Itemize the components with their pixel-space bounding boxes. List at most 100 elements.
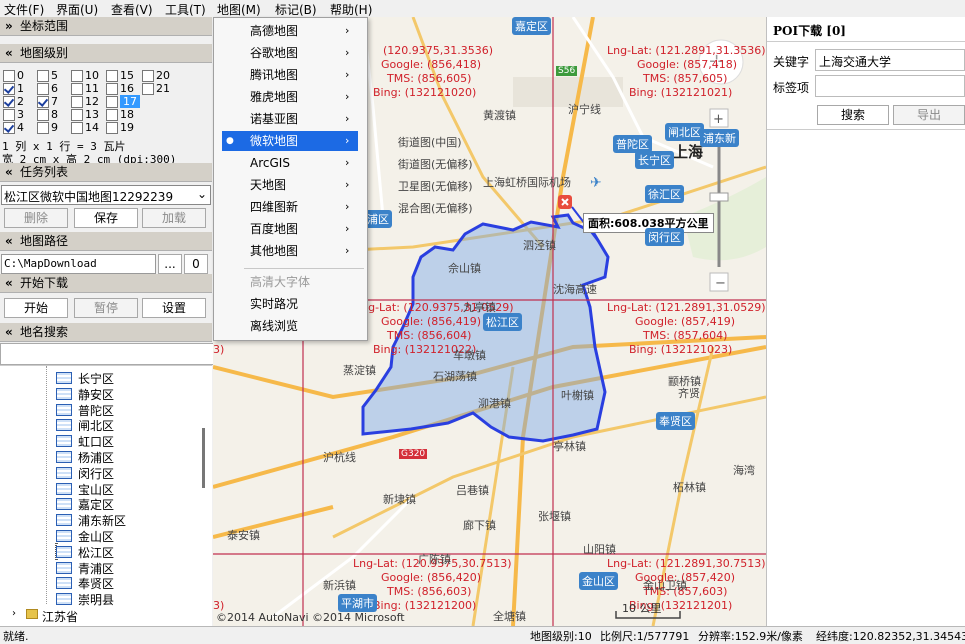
level-checkbox-8[interactable]	[37, 109, 49, 121]
map-menu-dropdown: 高德地图 › 谷歌地图 › 腾讯地图 › 雅虎地图 › 诺基亚图 › ● 微软地图 › ArcGIS › 天地…	[213, 17, 368, 341]
menu-item-2[interactable]: 腾讯地图 ›	[214, 65, 367, 85]
start-button[interactable]: 开始	[4, 298, 68, 318]
section-map-level[interactable]: « 地图级别	[0, 44, 212, 63]
level-checkbox-19[interactable]	[106, 122, 118, 134]
menu-item-10[interactable]: 其他地图 ›	[214, 241, 367, 261]
level-checkbox-10[interactable]	[71, 70, 83, 82]
tree-item-label: 崇明县	[78, 593, 115, 608]
menu-item-9[interactable]: 百度地图 ›	[214, 219, 367, 239]
tile-label-tr-1: Google: (857,418)	[637, 58, 738, 71]
menu-separator	[244, 268, 364, 269]
close-area-icon[interactable]	[558, 195, 572, 209]
zoom-in-button[interactable]	[710, 109, 728, 127]
level-checkbox-5[interactable]	[37, 70, 49, 82]
menu-item-13[interactable]: 离线浏览	[214, 316, 367, 336]
browse-button[interactable]: ...	[158, 254, 182, 274]
menu-item-5[interactable]: ● 微软地图 ›	[222, 131, 358, 151]
level-checkbox-21[interactable]	[142, 83, 154, 95]
menu-tools[interactable]: 工具(T)	[165, 1, 206, 18]
level-checkbox-12[interactable]	[71, 96, 83, 108]
level-checkbox-14[interactable]	[71, 122, 83, 134]
place-label: 街道图(中国)	[398, 136, 462, 149]
menu-item-label: 谷歌地图	[250, 46, 299, 60]
menu-item-label: ArcGIS	[250, 156, 290, 170]
level-checkbox-2[interactable]	[3, 96, 15, 108]
tree-item-label: 长宁区	[78, 372, 115, 386]
table-icon	[56, 593, 72, 606]
chevron-right-icon[interactable]: ›	[12, 608, 16, 619]
tile-label-ml-2: TMS: (856,604)	[387, 329, 472, 342]
level-checkbox-13[interactable]	[71, 109, 83, 121]
chevron-icon: «	[5, 325, 13, 339]
zoom-slider-handle[interactable]	[710, 193, 728, 201]
level-checkbox-1[interactable]	[3, 83, 15, 95]
level-checkbox-6[interactable]	[37, 83, 49, 95]
load-button[interactable]: 加载	[142, 208, 206, 228]
menu-item-12[interactable]: 实时路况	[214, 294, 367, 314]
zoom-out-button[interactable]	[710, 273, 728, 291]
keyword-input[interactable]: 上海交通大学	[815, 49, 965, 71]
path-number[interactable]: 0	[184, 254, 208, 274]
tree-item-label: 普陀区	[78, 403, 115, 418]
level-label-6: 6	[51, 82, 58, 95]
menu-file[interactable]: 文件(F)	[4, 1, 44, 18]
tree-item-label: 浦东新区	[78, 514, 127, 529]
menu-help[interactable]: 帮助(H)	[330, 1, 372, 18]
level-checkbox-7[interactable]	[37, 96, 49, 108]
tree-scrollbar[interactable]	[202, 428, 205, 488]
radio-dot-icon: ●	[226, 136, 234, 146]
menu-mark[interactable]: 标记(B)	[275, 1, 317, 18]
menu-item-7[interactable]: 天地图 ›	[214, 175, 367, 195]
keyword-label: 关键字	[773, 55, 810, 69]
menu-item-6[interactable]: ArcGIS ›	[214, 153, 367, 173]
place-label: 新浜镇	[323, 579, 356, 592]
level-label-18: 18	[120, 108, 134, 121]
place-label: 街道图(无偏移)	[398, 158, 473, 171]
chevron-right-icon: ›	[345, 200, 350, 213]
level-checkbox-20[interactable]	[142, 70, 154, 82]
menu-item-1[interactable]: 谷歌地图 ›	[214, 43, 367, 63]
export-button[interactable]: 导出	[893, 105, 965, 125]
status-ready: 就绪.	[3, 630, 29, 643]
menu-item-4[interactable]: 诺基亚图 ›	[214, 109, 367, 129]
place-label: 车墩镇	[453, 349, 486, 362]
level-checkbox-17[interactable]	[106, 96, 118, 108]
place-label: 沈海高速	[553, 283, 597, 296]
menu-ui[interactable]: 界面(U)	[56, 1, 98, 18]
place-label: 亭林镇	[553, 440, 586, 453]
chevron-icon: «	[5, 46, 13, 60]
menu-item-8[interactable]: 四维图新 ›	[214, 197, 367, 217]
menu-item-3[interactable]: 雅虎地图 ›	[214, 87, 367, 107]
section-start-download[interactable]: « 开始下载	[0, 274, 212, 293]
chevron-right-icon: ›	[345, 46, 350, 59]
level-label-17: 17	[120, 95, 140, 108]
menu-item-label: 百度地图	[250, 222, 299, 236]
section-map-path[interactable]: « 地图路径	[0, 232, 212, 251]
level-checkbox-16[interactable]	[106, 83, 118, 95]
menu-item-0[interactable]: 高德地图 ›	[214, 21, 367, 41]
level-checkbox-0[interactable]	[3, 70, 15, 82]
tag-input[interactable]	[815, 75, 965, 97]
place-search-input[interactable]	[0, 343, 214, 365]
level-checkbox-4[interactable]	[3, 122, 15, 134]
pause-button[interactable]: 暂停	[74, 298, 138, 318]
level-checkbox-11[interactable]	[71, 83, 83, 95]
place-label: S56	[556, 66, 578, 76]
status-bar: 就绪. 地图级别:10 比例尺:1/577791 分辨率:152.9米/像素 经…	[0, 626, 965, 643]
section-task-list[interactable]: « 任务列表	[0, 163, 212, 182]
path-input[interactable]: C:\MapDownload	[1, 254, 156, 274]
save-button[interactable]: 保存	[74, 208, 138, 228]
section-coord-range[interactable]: » 坐标范围	[0, 17, 212, 36]
task-select[interactable]: 松江区微软中国地图12292239 ⌄	[1, 185, 211, 205]
settings-button[interactable]: 设置	[142, 298, 206, 318]
delete-button[interactable]: 删除	[4, 208, 68, 228]
search-button[interactable]: 搜索	[817, 105, 889, 125]
menu-map[interactable]: 地图(M)	[217, 1, 261, 18]
menu-view[interactable]: 查看(V)	[111, 1, 153, 18]
level-checkbox-9[interactable]	[37, 122, 49, 134]
section-place-search[interactable]: « 地名搜索	[0, 323, 212, 342]
level-checkbox-15[interactable]	[106, 70, 118, 82]
level-checkbox-3[interactable]	[3, 109, 15, 121]
level-checkbox-18[interactable]	[106, 109, 118, 121]
district-badge: 金山区	[579, 572, 618, 590]
